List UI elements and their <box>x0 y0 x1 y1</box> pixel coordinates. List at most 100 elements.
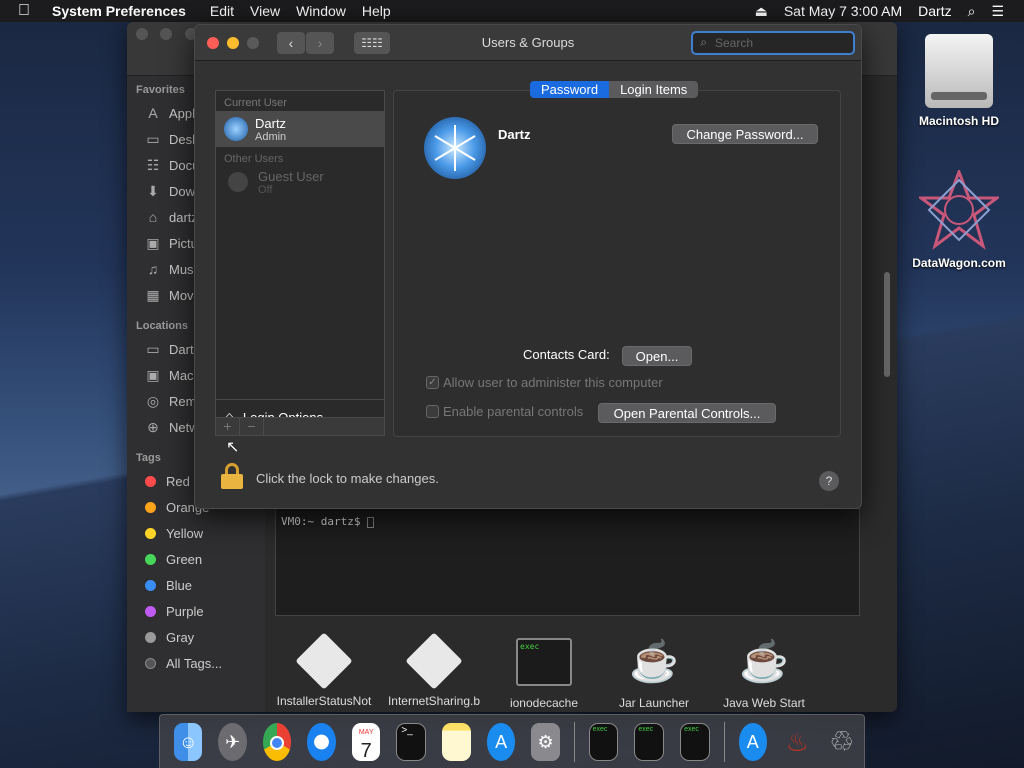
datawagon-logo-icon <box>916 167 1002 250</box>
menu-user[interactable]: Dartz <box>910 3 959 19</box>
back-button[interactable]: ‹ <box>277 31 305 54</box>
dock-finder-icon[interactable]: ☺ <box>174 722 203 761</box>
dock-downloads-icon[interactable]: A <box>738 722 768 761</box>
menu-bar:  System Preferences Edit View Window He… <box>0 0 1024 22</box>
parental-controls-checkbox[interactable]: Enable parental controls <box>426 404 583 419</box>
open-contacts-button[interactable]: Open... <box>622 346 692 366</box>
minimize-button[interactable] <box>227 36 239 49</box>
finder-close-button[interactable] <box>136 28 148 40</box>
checkmark-icon: ✓ <box>426 376 439 389</box>
finder-scrollbar[interactable] <box>884 272 890 377</box>
dock-app-store-icon[interactable]: A <box>486 722 516 761</box>
checkbox-empty-icon <box>426 405 439 418</box>
red-tag-icon <box>145 475 156 487</box>
menu-help[interactable]: Help <box>354 3 399 19</box>
home-icon: ⌂ <box>148 209 158 225</box>
remove-user-button[interactable]: − <box>240 418 264 435</box>
sidebar-tag-gray[interactable]: Gray <box>127 624 265 650</box>
lock-icon[interactable] <box>221 463 243 489</box>
tab-password[interactable]: Password <box>530 81 610 98</box>
eject-icon[interactable]: ⏏ <box>747 3 776 20</box>
file-label: InstallerStatusNot <box>276 694 372 708</box>
desktop-icon-datawagon[interactable]: DataWagon.com <box>904 167 1014 270</box>
sidebar-tag-purple[interactable]: Purple <box>127 598 265 624</box>
file-item[interactable]: ☕ Jar Launcher <box>594 632 714 712</box>
menu-view[interactable]: View <box>242 3 288 19</box>
menu-window[interactable]: Window <box>288 3 354 19</box>
contacts-card-label: Contacts Card: <box>523 347 610 362</box>
apple-menu-icon[interactable]:  <box>0 2 44 20</box>
sidebar-tag-green[interactable]: Green <box>127 546 265 572</box>
dock-exec-icon[interactable]: exec <box>680 722 710 761</box>
show-all-grid-icon[interactable]: ☷☷ <box>354 31 390 54</box>
user-row-current[interactable]: Dartz Admin <box>216 111 384 147</box>
zoom-button[interactable] <box>247 36 259 49</box>
close-button[interactable] <box>207 36 219 49</box>
user-name: Dartz <box>255 115 287 131</box>
forward-button[interactable]: › <box>306 31 334 54</box>
sidebar-tag-blue[interactable]: Blue <box>127 572 265 598</box>
finder-minimize-button[interactable] <box>160 28 173 40</box>
dock-terminal-icon[interactable]: >_ <box>396 722 427 761</box>
help-button[interactable]: ? <box>819 471 839 491</box>
film-icon: ▦ <box>146 287 160 303</box>
dock-launchpad-icon[interactable]: ✈ <box>218 722 247 761</box>
user-detail-panel: Password Login Items Dartz Change Passwo… <box>393 81 841 437</box>
sidebar-item-label: Rem <box>169 393 197 409</box>
user-picture-snowflake[interactable] <box>424 117 486 179</box>
package-icon <box>405 632 463 690</box>
dock-wine-icon[interactable]: ♨ <box>783 723 811 761</box>
dock-chrome-icon[interactable] <box>262 722 292 761</box>
user-role: Admin <box>255 130 287 143</box>
globe-icon: ⊕ <box>147 419 159 435</box>
spotlight-icon[interactable]: ⌕ <box>960 3 984 20</box>
open-parental-controls-button[interactable]: Open Parental Controls... <box>598 403 776 423</box>
lock-message: Click the lock to make changes. <box>256 471 439 486</box>
file-item[interactable]: ☕ Java Web Start <box>704 632 824 712</box>
snowflake-icon <box>434 125 476 171</box>
calendar-month: MAY <box>358 728 374 736</box>
tag-label: Yellow <box>166 525 204 541</box>
mouse-pointer-icon: ↖ <box>226 439 240 456</box>
menu-clock[interactable]: Sat May 7 3:00 AM <box>776 3 910 19</box>
desktop-icon-label: Macintosh HD <box>918 114 999 128</box>
snowflake-avatar-icon <box>224 117 248 141</box>
file-item[interactable]: InternetSharing.b <box>374 632 494 712</box>
allow-admin-checkbox[interactable]: ✓ Allow user to administer this computer <box>426 375 663 390</box>
download-icon: ⬇ <box>147 183 159 199</box>
dock-notes-icon[interactable] <box>442 722 471 761</box>
dock-separator <box>573 721 575 762</box>
other-users-header: Other Users <box>224 153 284 165</box>
dock-exec-icon[interactable]: exec <box>634 722 665 761</box>
search-input[interactable]: Search <box>691 31 855 55</box>
file-item[interactable]: exec ionodecache <box>484 632 604 712</box>
sidebar-all-tags[interactable]: All Tags... <box>127 650 265 676</box>
menu-app-name[interactable]: System Preferences <box>44 3 194 19</box>
tab-login-items[interactable]: Login Items <box>609 81 699 98</box>
desktop-icon-macintosh-hd[interactable]: Macintosh HD <box>904 34 1014 128</box>
parental-label: Enable parental controls <box>443 404 584 419</box>
green-tag-icon <box>145 553 156 565</box>
guest-avatar-icon <box>228 172 248 192</box>
tag-label: Gray <box>166 629 195 645</box>
file-item[interactable]: InstallerStatusNot <box>264 632 384 712</box>
dock-exec-icon[interactable]: exec <box>588 722 619 761</box>
sidebar-tag-yellow[interactable]: Yellow <box>127 520 265 546</box>
hard-drive-icon <box>925 34 993 108</box>
terminal-window[interactable]: VM0:~ dartz$ <box>275 508 860 616</box>
dock-system-preferences-icon[interactable]: ⚙ <box>531 722 560 761</box>
change-password-button[interactable]: Change Password... <box>672 124 818 144</box>
search-icon: ⌕ <box>700 35 707 49</box>
tag-label: Purple <box>166 603 204 619</box>
sidebar-item-label: Movi <box>169 287 197 303</box>
dock-trash-icon[interactable]: ♲ <box>828 723 856 761</box>
menu-edit[interactable]: Edit <box>194 3 242 19</box>
dock-calendar-icon[interactable]: MAY 7 <box>351 722 381 762</box>
applications-icon: A <box>148 105 158 121</box>
user-row-guest[interactable]: Guest User Off <box>216 165 384 199</box>
dock-safari-icon[interactable]: ✶ <box>307 722 336 761</box>
notification-center-icon[interactable]: ☰ <box>983 3 1024 20</box>
add-user-button[interactable]: + <box>216 418 240 435</box>
users-list: Current User Dartz Admin Other Users Gue… <box>215 90 385 436</box>
yellow-tag-icon <box>145 527 156 539</box>
